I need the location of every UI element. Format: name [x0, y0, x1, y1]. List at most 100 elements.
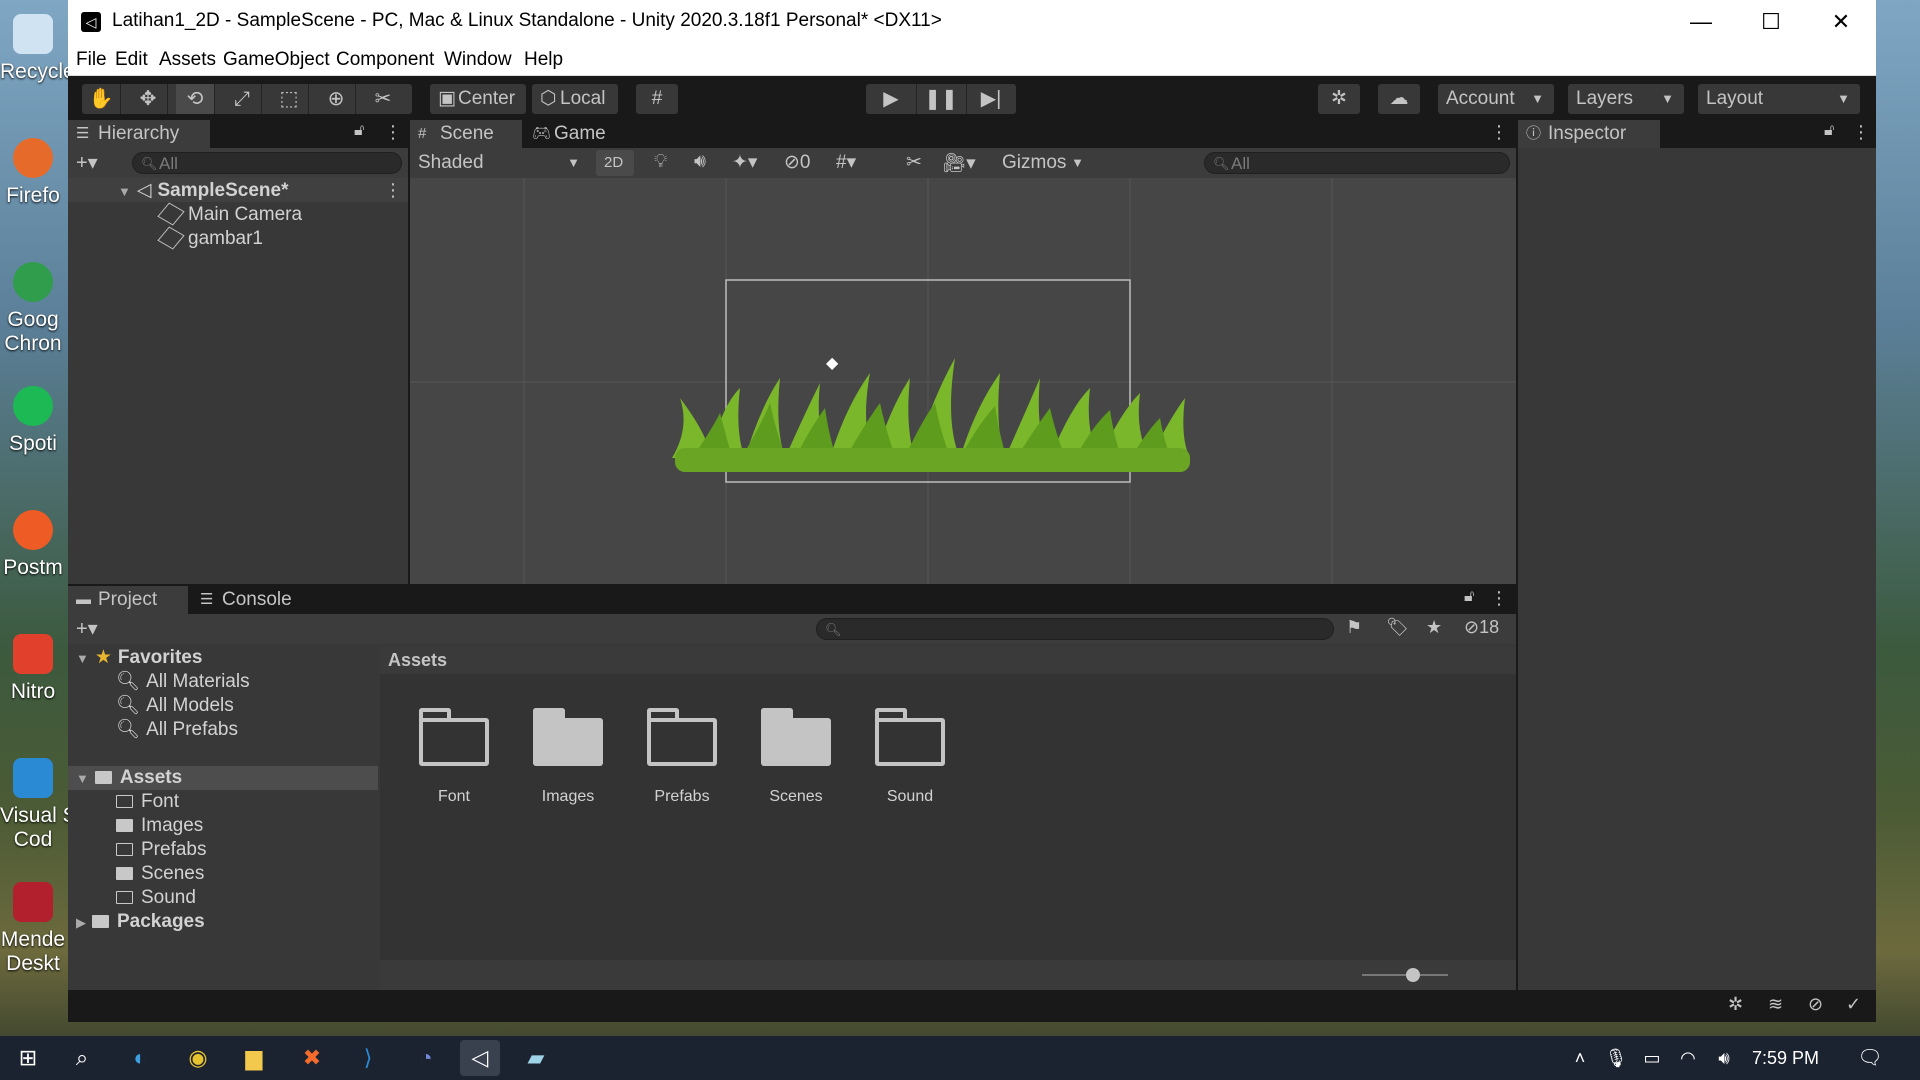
asset-folder-sound[interactable]: Sound [860, 708, 960, 806]
desktop-icon-mendeley[interactable]: Mende Deskt [0, 868, 66, 975]
windows-start-icon[interactable]: ⊞ [8, 1040, 48, 1076]
close-button[interactable]: ✕ [1806, 0, 1876, 44]
project-search-input[interactable]: 🔍︎ [816, 618, 1334, 640]
unity-taskbar-icon[interactable]: ◁ [460, 1040, 500, 1076]
minimize-button[interactable]: — [1666, 0, 1736, 44]
notes-app-icon[interactable]: ▰ [516, 1040, 556, 1076]
clock[interactable]: 7:59 PM [1752, 1048, 1819, 1069]
tab-inspector[interactable]: ⓘ Inspector [1518, 120, 1660, 148]
desktop-icon-firefox[interactable]: Firefo [0, 124, 66, 224]
grid-toggle-icon[interactable]: #▾ [836, 151, 856, 174]
tab-scene[interactable]: # Scene [410, 120, 522, 148]
transform-tool-icon[interactable]: ⊕ [317, 84, 356, 114]
scene-more-icon[interactable]: ⋮ [384, 180, 402, 201]
layers-dropdown[interactable]: Layers ▼ [1568, 84, 1684, 114]
volume-icon[interactable]: 🔊︎ [1704, 1040, 1744, 1076]
desktop-icon-spotify[interactable]: Spoti [0, 372, 66, 472]
tab-project[interactable]: ▬ Project [68, 586, 188, 614]
tab-game[interactable]: 🎮︎ Game [524, 120, 636, 148]
tools-icon[interactable]: ✂ [906, 151, 922, 174]
menu-gameobject[interactable]: GameObject [223, 49, 330, 71]
menu-component[interactable]: Component [336, 49, 434, 71]
vscode-icon[interactable]: ⟩ [348, 1040, 388, 1076]
step-button[interactable]: ▶| [966, 84, 1016, 114]
cache-icon[interactable]: ≋ [1768, 994, 1783, 1015]
assets-folder-row[interactable]: ▼ Assets [76, 766, 182, 790]
effects-toggle-icon[interactable]: ✦▾ [732, 151, 757, 174]
scene-row[interactable]: ▼ ◁ SampleScene* [118, 179, 288, 203]
asset-folder-scenes[interactable]: Scenes [746, 708, 846, 806]
debug-icon[interactable]: ✲ [1728, 994, 1743, 1015]
gizmos-dropdown[interactable]: Gizmos ▼ [994, 148, 1094, 178]
camera-icon[interactable]: 🎥︎▾ [942, 151, 976, 175]
asset-folder-prefabs[interactable]: Prefabs [632, 708, 732, 806]
desktop-icon-nitro[interactable]: Nitro [0, 620, 66, 720]
asset-folder-item[interactable]: Images [116, 814, 203, 838]
collab-button[interactable]: ✲ [1318, 84, 1360, 114]
scene-viewport[interactable]: ◆ [410, 178, 1516, 584]
add-icon[interactable]: +▾ [76, 150, 98, 175]
more-options-icon[interactable]: ⋮ [384, 122, 402, 143]
asset-folder-font[interactable]: Font [404, 708, 504, 806]
more-options-icon[interactable]: ⋮ [1490, 122, 1508, 143]
asset-breadcrumb[interactable]: Assets [380, 646, 1516, 674]
hierarchy-item[interactable]: Main Camera [157, 202, 302, 227]
menu-assets[interactable]: Assets [159, 49, 216, 71]
shading-dropdown[interactable]: Shaded ▼ [410, 148, 590, 178]
hidden-packages-icon[interactable]: ⊘18 [1464, 617, 1499, 638]
favorite-star-icon[interactable]: ★ [1426, 617, 1442, 638]
desktop-icon-vscode[interactable]: Visual S Cod [0, 744, 77, 851]
asset-folder-item[interactable]: Sound [116, 886, 196, 910]
cloud-button[interactable]: ☁ [1378, 84, 1420, 114]
custom-tool-icon[interactable]: ✂ [364, 84, 402, 114]
favorite-item[interactable]: 🔍︎ All Models [116, 694, 234, 718]
maximize-button[interactable]: ☐ [1736, 0, 1806, 44]
favorite-item[interactable]: 🔍︎ All Prefabs [116, 718, 238, 742]
edge-icon[interactable]: ◐ [120, 1040, 160, 1076]
chrome-icon[interactable]: ◉ [178, 1040, 218, 1076]
rect-tool-icon[interactable]: ⬚ [270, 84, 309, 114]
asset-folder-item[interactable]: Prefabs [116, 838, 206, 862]
scene-search-input[interactable]: 🔍︎ All [1204, 152, 1510, 174]
add-icon[interactable]: +▾ [76, 616, 98, 641]
hierarchy-item[interactable]: gambar1 [157, 226, 263, 251]
notification-icon[interactable]: 🗨︎ [1850, 1040, 1890, 1076]
asset-folder-item[interactable]: Font [116, 790, 179, 814]
asset-folder-images[interactable]: Images [518, 708, 618, 806]
chevron-up-icon[interactable]: ˄ [1560, 1040, 1600, 1076]
auto-generate-lighting-icon[interactable]: ⊘ [1808, 994, 1823, 1015]
tab-console[interactable]: ☰ Console [192, 586, 312, 614]
scale-tool-icon[interactable]: ⤢ [223, 84, 262, 114]
menu-file[interactable]: File [76, 49, 107, 71]
lock-icon[interactable]: 🔓︎ [354, 122, 364, 140]
menu-window[interactable]: Window [444, 49, 512, 71]
menu-edit[interactable]: Edit [115, 49, 148, 71]
2d-toggle-button[interactable]: 2D [596, 150, 634, 176]
account-dropdown[interactable]: Account ▼ [1438, 84, 1554, 114]
zoom-slider-handle[interactable] [1406, 968, 1420, 982]
battery-icon[interactable]: ▭ [1632, 1040, 1672, 1076]
favorites-row[interactable]: ▼ ★ Favorites [76, 646, 202, 670]
xampp-icon[interactable]: ✖ [292, 1040, 332, 1076]
move-tool-icon[interactable]: ✥ [129, 84, 168, 114]
rotate-tool-icon[interactable]: ⟲ [176, 84, 215, 114]
microphone-icon[interactable]: 🎙︎ [1596, 1040, 1636, 1076]
favorite-item[interactable]: 🔍︎ All Materials [116, 670, 250, 694]
grass-sprite[interactable] [672, 358, 1190, 472]
menu-help[interactable]: Help [524, 49, 563, 71]
play-button[interactable]: ▶ [866, 84, 917, 114]
filter-type-icon[interactable]: ⚑ [1346, 617, 1362, 638]
wifi-icon[interactable]: ◠ [1668, 1040, 1708, 1076]
lighting-toggle-icon[interactable]: 💡︎ [654, 151, 667, 173]
pivot-center-button[interactable]: ▣ Center [430, 84, 526, 114]
asset-folder-item[interactable]: Scenes [116, 862, 204, 886]
desktop-icon-postman[interactable]: Postm [0, 496, 66, 596]
more-options-icon[interactable]: ⋮ [1852, 122, 1870, 143]
audio-toggle-icon[interactable]: 🔊︎ [694, 151, 706, 173]
tab-hierarchy[interactable]: ☰ Hierarchy [68, 120, 210, 148]
more-options-icon[interactable]: ⋮ [1490, 588, 1508, 609]
lock-icon[interactable]: 🔓︎ [1824, 122, 1834, 140]
hidden-objects-icon[interactable]: ⊘0 [784, 151, 811, 174]
desktop-icon-chrome[interactable]: Goog Chron [0, 248, 66, 355]
lock-icon[interactable]: 🔓︎ [1464, 588, 1474, 606]
